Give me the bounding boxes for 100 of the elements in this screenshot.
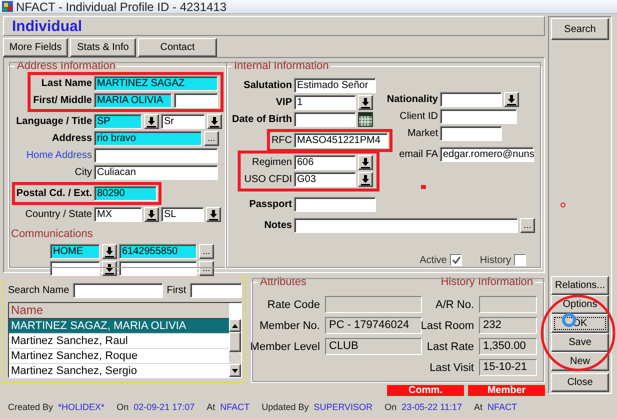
input-field[interactable]: [73, 283, 163, 298]
input-field[interactable]: SL: [161, 207, 204, 222]
field-label: VIP: [276, 97, 292, 108]
dropdown-button[interactable]: [144, 114, 159, 129]
input-field[interactable]: HOME: [50, 244, 100, 259]
input-field[interactable]: [50, 261, 100, 276]
input-field[interactable]: [294, 197, 376, 212]
input-field[interactable]: edgar.romero@nuns: [440, 147, 534, 162]
input-field[interactable]: [440, 92, 502, 107]
input-field[interactable]: SP: [94, 114, 142, 129]
scrollbar[interactable]: [229, 319, 241, 377]
input-field[interactable]: [294, 218, 518, 233]
readonly-field: 232: [479, 317, 537, 334]
dropdown-button[interactable]: [206, 207, 221, 222]
input-field[interactable]: [294, 112, 356, 127]
window-title: NFACT - Individual Profile ID - 4231413: [16, 0, 227, 14]
field-label: Passport: [249, 199, 292, 210]
audit-value: NFACT: [220, 402, 250, 412]
checkbox-label: History: [480, 254, 511, 266]
input-field[interactable]: [94, 148, 218, 163]
input-field[interactable]: 1: [294, 95, 356, 110]
action-button[interactable]: Relations...: [551, 276, 609, 295]
action-button[interactable]: Search: [551, 18, 609, 40]
input-field[interactable]: MARIA OLIVIA: [94, 93, 172, 108]
scroll-thumb[interactable]: [229, 332, 241, 352]
audit-value: 23-05-22 11:17: [402, 402, 462, 412]
field-label: Rate Code: [267, 298, 320, 310]
dropdown-button[interactable]: [358, 155, 373, 170]
checkbox[interactable]: [514, 254, 526, 266]
lookup-button[interactable]: ...: [199, 261, 214, 276]
input-field[interactable]: 80290: [94, 186, 157, 201]
input-field[interactable]: rio bravo: [94, 131, 202, 146]
field-label: Salutation: [244, 80, 292, 91]
input-field[interactable]: MX: [94, 207, 142, 222]
readonly-field: 1,350.00: [479, 338, 537, 355]
field-label: Search Name: [8, 285, 70, 296]
input-field[interactable]: MARTINEZ SAGAZ: [94, 76, 218, 91]
audit-label: On: [384, 402, 397, 412]
input-field[interactable]: 6142955850: [119, 244, 197, 259]
status-flag: Member: [468, 385, 545, 396]
input-field[interactable]: G03: [294, 172, 356, 187]
header-title: Individual: [12, 18, 82, 34]
audit-value: *HOLIDEX*: [58, 402, 105, 412]
input-field[interactable]: [440, 126, 502, 141]
scroll-down-button[interactable]: [229, 364, 241, 377]
action-button[interactable]: Save: [551, 333, 609, 352]
field-label: Market: [407, 128, 438, 139]
field-label: Postal Cd. / Ext.: [16, 188, 92, 199]
dropdown-button[interactable]: [207, 114, 222, 129]
dropdown-button[interactable]: [144, 207, 159, 222]
audit-value: SUPERVISOR: [314, 402, 373, 412]
list-row[interactable]: Martinez Sanchez, Sergio: [9, 364, 229, 379]
lookup-button[interactable]: ...: [199, 244, 214, 259]
field-label: Member No.: [259, 320, 320, 332]
group-title: Internal Information: [234, 60, 329, 72]
input-field[interactable]: [440, 109, 517, 124]
audit-label: At: [474, 402, 482, 412]
tab-button[interactable]: Contact: [138, 38, 217, 57]
calendar-icon[interactable]: [358, 112, 373, 127]
group-title: Address Information: [17, 60, 116, 72]
input-field[interactable]: [174, 93, 218, 108]
dropdown-button[interactable]: [504, 92, 519, 107]
list-row[interactable]: MARTINEZ SAGAZ, MARIA OLIVIA: [9, 319, 229, 334]
dropdown-button[interactable]: [358, 95, 373, 110]
action-button[interactable]: Close: [551, 373, 609, 392]
input-field[interactable]: [119, 261, 197, 276]
field-label: Nationality: [386, 94, 438, 105]
tab-button[interactable]: More Fields: [3, 38, 68, 57]
field-label: Notes: [264, 220, 292, 231]
input-field[interactable]: Estimado Señor: [294, 78, 376, 93]
input-field[interactable]: [190, 283, 242, 298]
dropdown-button[interactable]: [102, 261, 117, 276]
lookup-button[interactable]: ...: [204, 131, 219, 146]
field-label: First/ Middle: [33, 95, 92, 106]
list-row[interactable]: Martinez Sanchez, Roque: [9, 349, 229, 364]
field-label: A/R No.: [435, 298, 474, 310]
input-field[interactable]: MASO451221PM4: [294, 133, 388, 148]
dropdown-button[interactable]: [102, 244, 117, 259]
field-label: Member Level: [250, 340, 320, 352]
scroll-up-button[interactable]: [229, 319, 241, 332]
tab-button[interactable]: Stats & Info: [70, 38, 136, 57]
readonly-field: CLUB: [325, 338, 422, 355]
field-label: Date of Birth: [232, 114, 292, 125]
annotation-dot: [560, 202, 566, 208]
input-field[interactable]: Sr: [161, 114, 205, 129]
lookup-button[interactable]: ...: [520, 218, 535, 233]
field-link[interactable]: Home Address: [26, 150, 92, 161]
field-label: Last Rate: [426, 340, 474, 352]
checkbox[interactable]: [450, 254, 462, 266]
field-label: Regimen: [252, 157, 292, 168]
input-field[interactable]: 606: [294, 155, 356, 170]
field-label: City: [74, 167, 92, 178]
readonly-field: PC - 179746024: [325, 317, 422, 334]
dropdown-button[interactable]: [358, 172, 373, 187]
field-label: Address: [52, 133, 92, 144]
input-field[interactable]: Culiacan: [94, 165, 218, 180]
field-label: RFC: [271, 135, 292, 146]
field-label: Client ID: [400, 111, 438, 122]
list-row[interactable]: Martinez Sanchez, Raul: [9, 334, 229, 349]
group-title: Attributes: [260, 277, 306, 288]
